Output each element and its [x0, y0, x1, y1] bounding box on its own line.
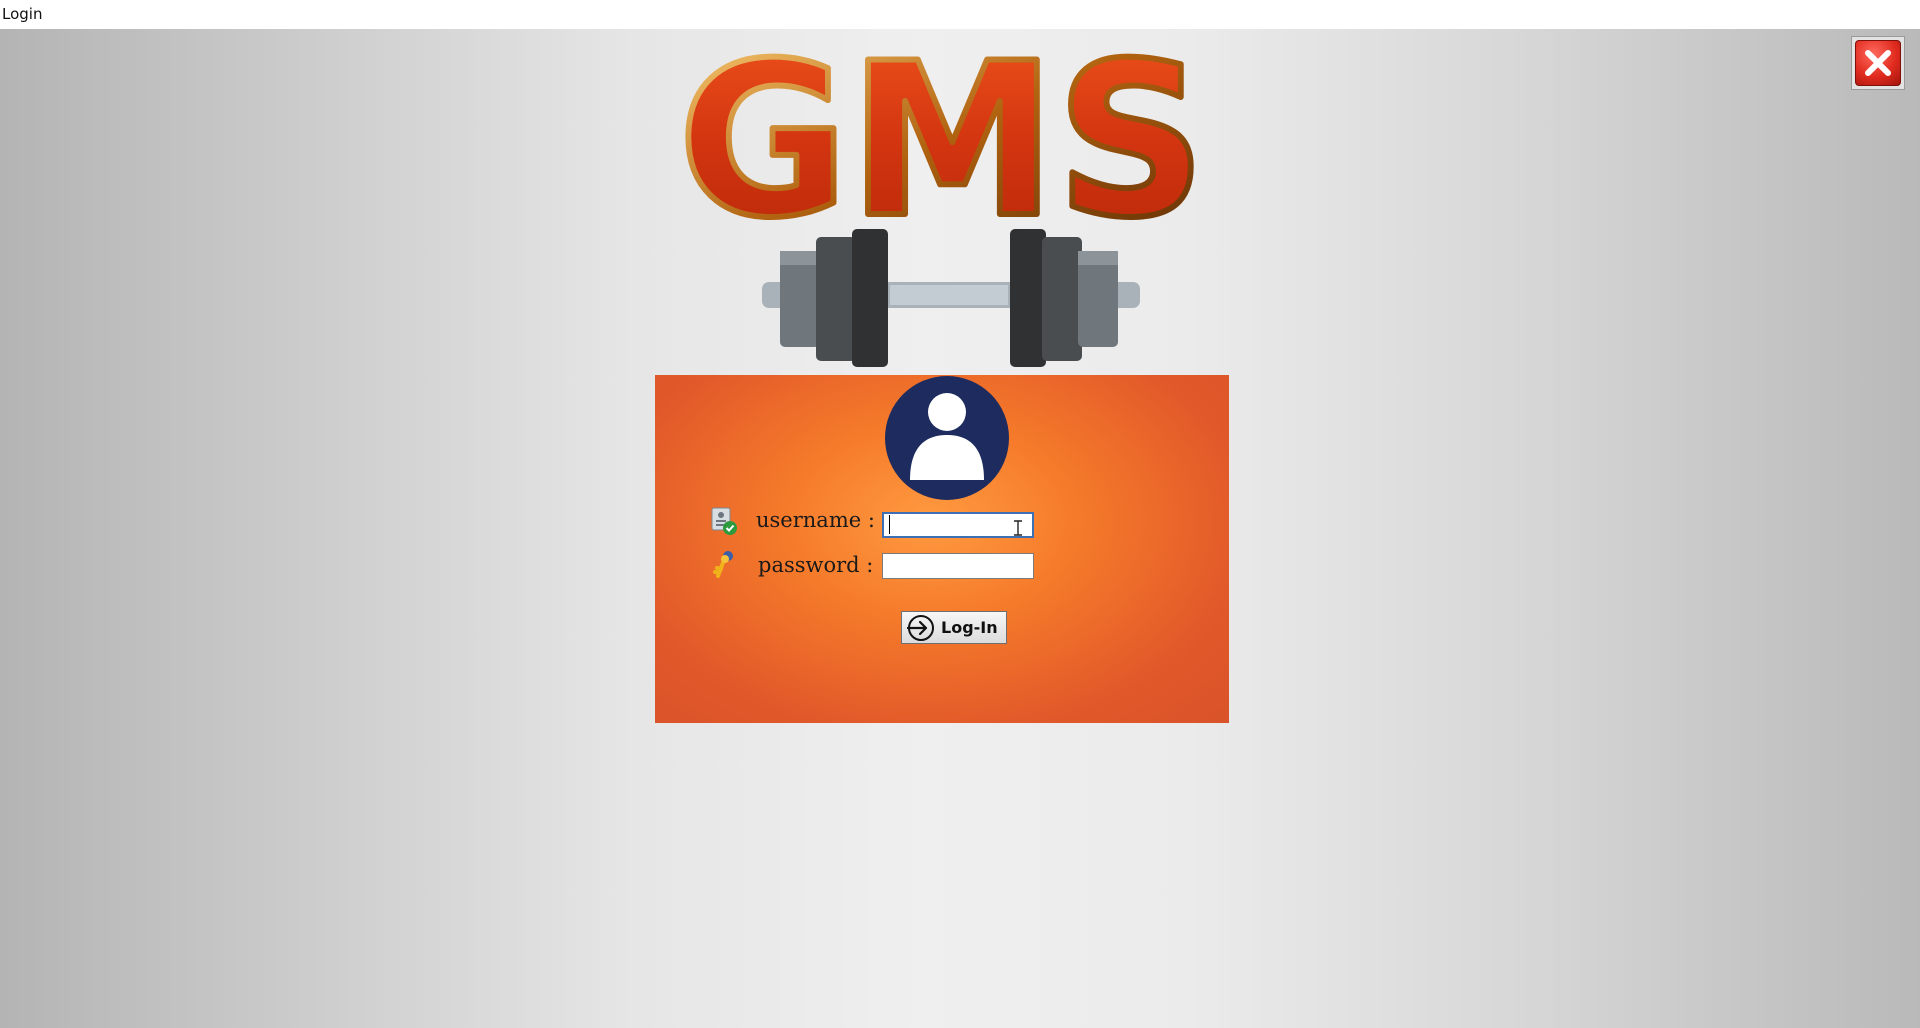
close-button[interactable]: [1851, 36, 1905, 90]
gms-logo: GMS: [675, 34, 1209, 234]
user-avatar-icon: [885, 376, 1009, 500]
username-input[interactable]: [882, 512, 1034, 538]
user-id-card-icon: [711, 507, 737, 535]
gms-logo-text: GMS: [678, 34, 1206, 234]
login-button-label: Log-In: [941, 618, 998, 637]
login-button[interactable]: Log-In: [901, 611, 1007, 644]
password-input[interactable]: [882, 553, 1034, 579]
text-caret: [889, 515, 890, 534]
ibeam-cursor-icon: [1014, 520, 1022, 536]
username-label: username :: [756, 508, 875, 532]
title-bar: Login: [0, 0, 1920, 29]
keys-icon: [713, 551, 733, 578]
window-title: Login: [2, 5, 43, 23]
dumbbell-icon: [762, 229, 1140, 367]
sign-in-arrow-icon: [906, 614, 934, 641]
password-label: password :: [758, 553, 874, 577]
close-icon: [1855, 40, 1901, 86]
